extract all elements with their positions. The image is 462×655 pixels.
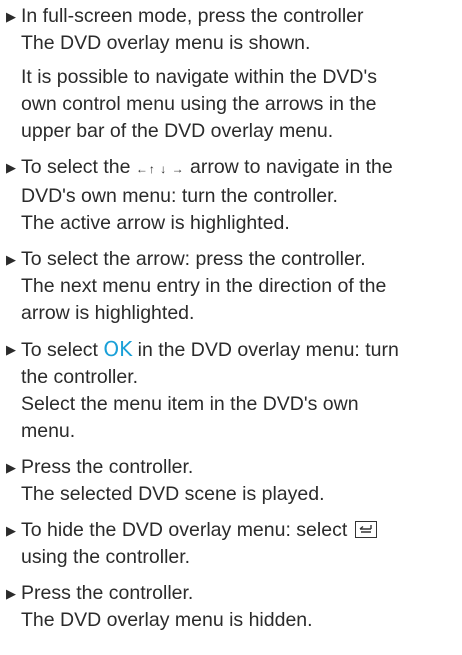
step-result: The active arrow is highlighted. <box>21 212 290 234</box>
step-1: ▶ In full-screen mode, press the control… <box>6 3 456 145</box>
step-text: In full-screen mode, press the controlle… <box>21 5 364 27</box>
ok-menu-label: OK <box>103 337 133 361</box>
step-text: To select the ←↑ ↓ → arrow to navigate i… <box>21 156 393 178</box>
bullet-icon: ▶ <box>6 460 16 475</box>
bullet-icon: ▶ <box>6 342 16 357</box>
step-3: ▶ To select the arrow: press the control… <box>6 246 456 327</box>
step-text: Press the controller. <box>21 456 194 478</box>
bullet-icon: ▶ <box>6 586 16 601</box>
step-text: To select the arrow: press the controlle… <box>21 248 366 270</box>
step-4: ▶ To select OK in the DVD overlay menu: … <box>6 336 456 445</box>
step-2: ▶ To select the ←↑ ↓ → arrow to navigate… <box>6 154 456 237</box>
step-result: The DVD overlay menu is shown. <box>21 32 311 54</box>
back-icon <box>354 521 377 538</box>
bullet-icon: ▶ <box>6 523 16 538</box>
bullet-icon: ▶ <box>6 252 16 267</box>
step-result: The DVD overlay menu is hidden. <box>21 609 313 631</box>
step-note: It is possible to navigate within the DV… <box>21 66 377 142</box>
bullet-icon: ▶ <box>6 9 16 24</box>
step-text: Press the controller. <box>21 582 194 604</box>
arrow-keys-icon: ←↑ ↓ → <box>135 162 185 176</box>
instruction-list: ▶ In full-screen mode, press the control… <box>0 0 456 634</box>
step-7: ▶ Press the controller. The DVD overlay … <box>6 580 456 634</box>
step-6: ▶ To hide the DVD overlay menu: select u… <box>6 517 456 571</box>
bullet-icon: ▶ <box>6 160 16 175</box>
step-result: The selected DVD scene is played. <box>21 483 325 505</box>
step-5: ▶ Press the controller. The selected DVD… <box>6 454 456 508</box>
step-text: To select OK in the DVD overlay menu: tu… <box>21 337 399 361</box>
step-text: To hide the DVD overlay menu: select <box>21 517 456 544</box>
